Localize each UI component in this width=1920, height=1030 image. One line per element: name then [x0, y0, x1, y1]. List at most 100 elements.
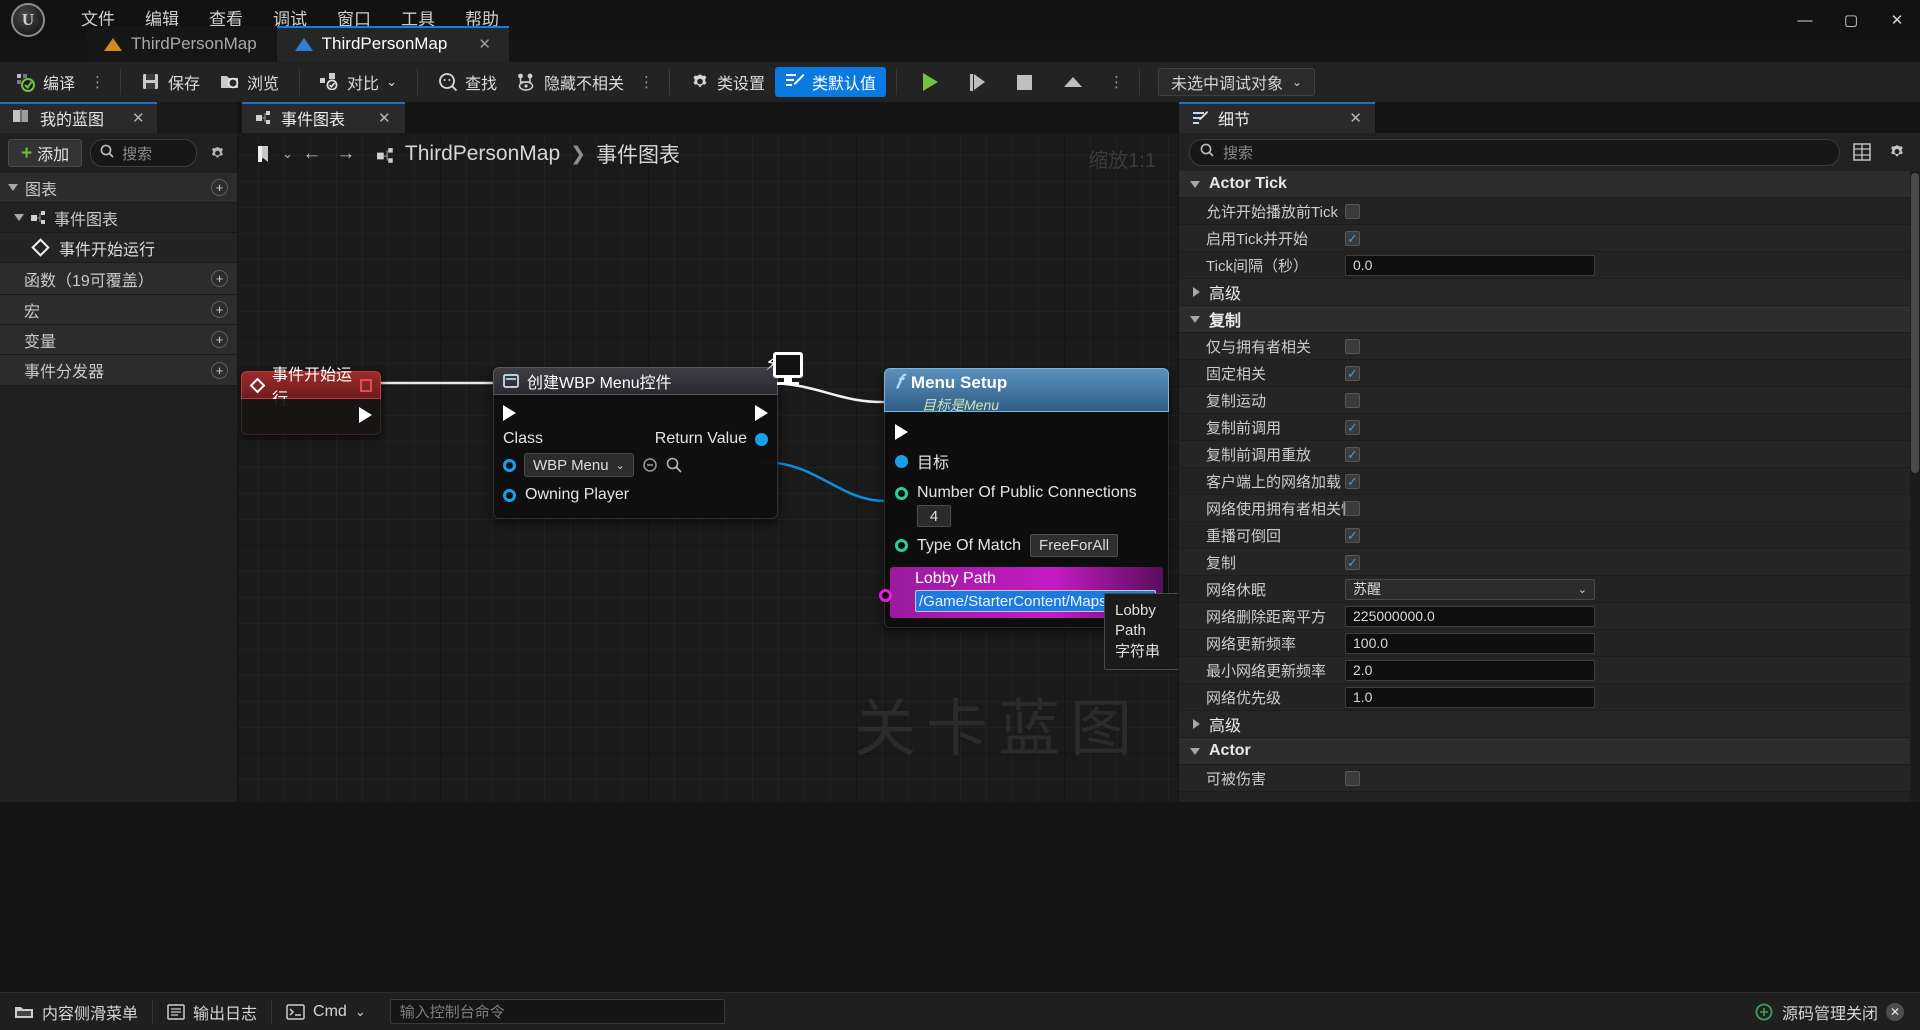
checkbox[interactable]	[1345, 770, 1360, 786]
details-scrollbar[interactable]	[1910, 171, 1920, 802]
property-row[interactable]: 仅与拥有者相关	[1179, 333, 1910, 360]
connections-input[interactable]: 4	[917, 505, 951, 527]
find-button[interactable]: 查找	[428, 67, 507, 97]
stop-button[interactable]	[1007, 67, 1042, 97]
tab-my-blueprint[interactable]: 我的蓝图 ✕	[0, 102, 157, 133]
property-row[interactable]: 复制	[1179, 549, 1910, 576]
category-actor[interactable]: Actor	[1179, 738, 1910, 765]
text-input[interactable]: 1.0	[1345, 686, 1595, 708]
add-macro-button[interactable]: +	[211, 301, 228, 318]
hide-unrelated-button[interactable]: 隐藏不相关	[507, 67, 634, 97]
property-row[interactable]: 复制前调用	[1179, 414, 1910, 441]
property-row[interactable]: 复制运动	[1179, 387, 1910, 414]
watch-monitor-icon[interactable]: ⚡	[765, 352, 805, 388]
property-row[interactable]: Tick间隔（秒） 0.0	[1179, 252, 1910, 279]
checkbox[interactable]	[1345, 554, 1360, 570]
tab-details[interactable]: 细节 ✕	[1179, 102, 1375, 133]
tab-thirdpersonmap-level[interactable]: ThirdPersonMap	[86, 26, 275, 62]
target-input-pin[interactable]	[895, 454, 908, 468]
sidebar-group-macros[interactable]: 宏 +	[0, 295, 237, 325]
close-icon[interactable]: ✕	[1349, 109, 1362, 127]
connections-input-pin[interactable]	[895, 487, 908, 500]
property-row[interactable]: 网络休眠 苏醒 ⌄	[1179, 576, 1910, 603]
grid-view-icon[interactable]	[1849, 139, 1875, 165]
search-asset-icon[interactable]	[666, 457, 682, 473]
chevron-down-icon[interactable]: ⌄	[282, 146, 293, 162]
add-graph-button[interactable]: +	[211, 179, 228, 196]
match-type-input-pin[interactable]	[895, 539, 908, 552]
checkbox[interactable]	[1345, 203, 1360, 219]
compile-button[interactable]: 编译	[6, 67, 85, 97]
graph-canvas[interactable]: ⌄ ← → ThirdPersonMap ❯ 事件图表 缩放1:1 关卡蓝图 事…	[238, 133, 1178, 802]
exec-output-pin[interactable]	[359, 407, 372, 423]
source-control-button[interactable]: 源码管理关闭 ✕	[1738, 993, 1920, 1030]
select-input[interactable]: 苏醒 ⌄	[1345, 578, 1595, 600]
content-drawer-button[interactable]: 内容侧滑菜单	[0, 993, 152, 1030]
property-row[interactable]: 固定相关	[1179, 360, 1910, 387]
class-defaults-button[interactable]: 类默认值	[775, 67, 887, 97]
text-input[interactable]: 0.0	[1345, 254, 1595, 276]
category-actor-tick[interactable]: Actor Tick	[1179, 171, 1910, 198]
text-input[interactable]: 2.0	[1345, 659, 1595, 681]
node-menu-setup[interactable]: 𝑓 Menu Setup 目标是Menu 目标 Number Of Public…	[879, 368, 1169, 628]
browse-asset-icon[interactable]	[642, 457, 658, 473]
add-button[interactable]: + 添加	[8, 139, 83, 167]
scrollbar-thumb[interactable]	[1911, 173, 1919, 473]
property-row[interactable]: 允许开始播放前Tick	[1179, 198, 1910, 225]
property-row[interactable]: 启用Tick并开始	[1179, 225, 1910, 252]
sidebar-group-graphs[interactable]: 图表 +	[0, 173, 237, 203]
settings-icon[interactable]	[1884, 139, 1910, 165]
search-input[interactable]: 搜索	[90, 139, 197, 167]
property-row[interactable]: 网络删除距离平方 225000000.0	[1179, 603, 1910, 630]
tab-event-graph[interactable]: 事件图表 ✕	[242, 102, 405, 133]
cmd-selector-button[interactable]: Cmd ⌄	[272, 993, 380, 1030]
checkbox[interactable]	[1345, 338, 1360, 354]
step-button[interactable]	[960, 67, 995, 97]
property-row[interactable]: 最小网络更新频率 2.0	[1179, 657, 1910, 684]
sidebar-group-functions[interactable]: 函数（19可覆盖） +	[0, 263, 237, 295]
property-row[interactable]: 网络使用拥有者相关性	[1179, 495, 1910, 522]
sidebar-item-event-graph[interactable]: 事件图表	[0, 203, 237, 233]
sidebar-item-event-begin-play[interactable]: 事件开始运行	[0, 233, 237, 263]
class-select[interactable]: WBP Menu ⌄	[524, 453, 634, 477]
text-input[interactable]: 100.0	[1345, 632, 1595, 654]
property-row[interactable]: 重播可倒回	[1179, 522, 1910, 549]
node-event-begin-play[interactable]: 事件开始运行	[241, 367, 381, 435]
save-button[interactable]: 保存	[131, 67, 210, 97]
diff-button[interactable]: 对比 ⌄	[310, 67, 407, 97]
console-command-input[interactable]: 输入控制台命令	[389, 999, 725, 1024]
play-button[interactable]	[913, 67, 948, 97]
close-icon[interactable]: ✕	[378, 109, 391, 127]
property-row[interactable]: 网络优先级 1.0	[1179, 684, 1910, 711]
checkbox[interactable]	[1345, 527, 1360, 543]
class-input-pin[interactable]	[503, 458, 516, 472]
owning-player-pin[interactable]	[503, 488, 516, 502]
sidebar-group-event-dispatchers[interactable]: 事件分发器 +	[0, 355, 237, 386]
tab-thirdpersonmap-blueprint[interactable]: ThirdPersonMap ✕	[276, 26, 510, 62]
close-icon[interactable]: ✕	[132, 109, 145, 127]
checkbox[interactable]	[1345, 446, 1360, 462]
checkbox[interactable]	[1345, 365, 1360, 381]
node-create-widget[interactable]: 创建WBP Menu控件 Class Return Value WBP Menu…	[493, 367, 778, 519]
category-replication[interactable]: 复制	[1179, 306, 1910, 333]
checkbox[interactable]	[1345, 392, 1360, 408]
play-options-icon[interactable]: ⋮	[1104, 75, 1129, 90]
tab-close-icon[interactable]: ✕	[478, 35, 491, 53]
property-row[interactable]: 复制前调用重放	[1179, 441, 1910, 468]
property-row[interactable]: 可被伤害	[1179, 765, 1910, 792]
exec-output-pin[interactable]	[755, 405, 768, 421]
return-value-pin[interactable]	[755, 432, 768, 446]
checkbox[interactable]	[1345, 419, 1360, 435]
compile-options-icon[interactable]: ⋮	[85, 75, 110, 90]
nav-back-button[interactable]: ←	[297, 139, 327, 169]
lobby-path-input-pin[interactable]	[879, 589, 892, 602]
browse-button[interactable]: 浏览	[210, 67, 289, 97]
category-advanced[interactable]: 高级	[1179, 711, 1910, 738]
debug-object-selector[interactable]: 未选中调试对象 ⌄	[1158, 68, 1316, 96]
add-event-dispatcher-button[interactable]: +	[211, 361, 228, 379]
checkbox[interactable]	[1345, 473, 1360, 489]
checkbox[interactable]	[1345, 230, 1360, 246]
output-log-button[interactable]: 输出日志	[153, 993, 271, 1030]
text-input[interactable]: 225000000.0	[1345, 605, 1595, 627]
hide-unrelated-options-icon[interactable]: ⋮	[634, 75, 659, 90]
